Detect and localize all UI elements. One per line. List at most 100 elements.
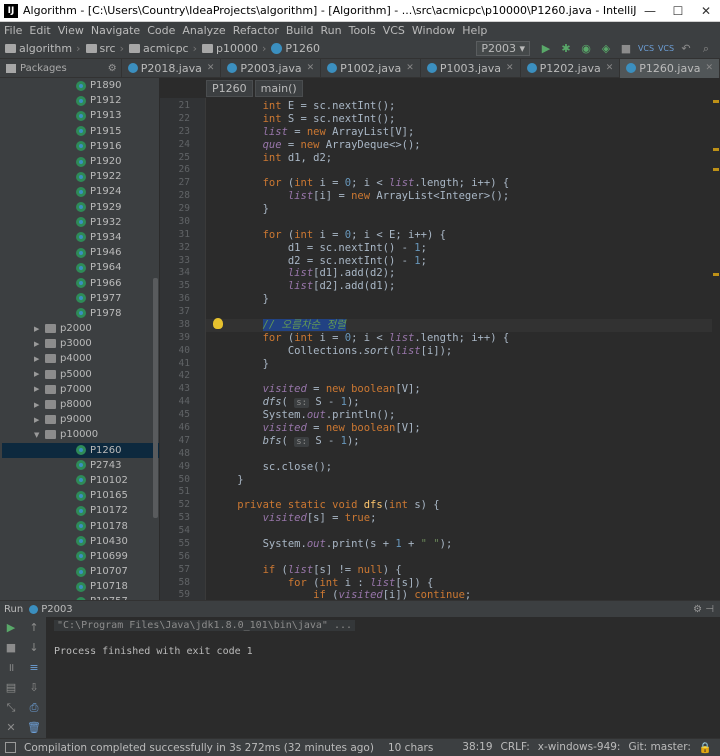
- tab-p1002[interactable]: P1002.java ✕: [321, 58, 421, 78]
- breadcrumb-item[interactable]: src ›: [85, 42, 124, 55]
- code-line[interactable]: [206, 486, 212, 499]
- rerun-icon[interactable]: ▶: [4, 621, 18, 635]
- code-line[interactable]: d2 = sc.nextInt() - 1;: [206, 255, 427, 268]
- vcs-branch[interactable]: Git: master:: [628, 741, 690, 754]
- code-line[interactable]: visited = new boolean[V];: [206, 383, 421, 396]
- tree-scrollbar[interactable]: [153, 278, 158, 518]
- tree-package-item[interactable]: ▶ p9000: [0, 412, 159, 427]
- code-line[interactable]: if (visited[i]) continue;: [206, 589, 471, 600]
- run-configuration-select[interactable]: P2003 ▾: [476, 41, 530, 56]
- breadcrumb-item[interactable]: P1260: [271, 42, 320, 55]
- search-everywhere-icon[interactable]: ⌕: [698, 41, 714, 57]
- tree-class-item[interactable]: P1260: [0, 442, 159, 458]
- expand-arrow-icon[interactable]: ▶: [34, 370, 42, 378]
- tree-class-item[interactable]: P10699: [0, 549, 159, 564]
- error-stripe-marker[interactable]: [713, 168, 719, 171]
- menu-build[interactable]: Build: [286, 24, 314, 37]
- menu-code[interactable]: Code: [147, 24, 175, 37]
- tree-class-item[interactable]: P1916: [0, 139, 159, 154]
- menu-help[interactable]: Help: [462, 24, 487, 37]
- close-tab-icon[interactable]: ✕: [705, 63, 713, 73]
- expand-arrow-icon[interactable]: ▶: [34, 340, 42, 348]
- tree-class-item[interactable]: P10102: [0, 473, 159, 488]
- code-line[interactable]: for (int i = 0; i < list.length; i++) {: [206, 177, 510, 190]
- vcs-commit-icon[interactable]: VCS: [658, 41, 674, 57]
- tree-package-item[interactable]: ▶ p5000: [0, 367, 159, 382]
- code-line[interactable]: list = new ArrayList[V];: [206, 126, 415, 139]
- tree-package-item[interactable]: ▶ p4000: [0, 351, 159, 366]
- line-separator[interactable]: CRLF:: [501, 741, 530, 754]
- tree-class-item[interactable]: P1913: [0, 108, 159, 123]
- tab-p1260[interactable]: P1260.java ✕: [620, 58, 720, 78]
- tree-class-item[interactable]: P2743: [0, 458, 159, 473]
- close-tab-icon[interactable]: ✕: [207, 63, 215, 73]
- tree-class-item[interactable]: P1912: [0, 93, 159, 108]
- code-line[interactable]: // 오름차순 정렬: [206, 318, 712, 332]
- console-output[interactable]: "C:\Program Files\Java\jdk1.8.0_101\bin\…: [46, 617, 720, 739]
- code-line[interactable]: [206, 370, 212, 383]
- tree-class-item[interactable]: P1946: [0, 245, 159, 260]
- soft-wrap-icon[interactable]: ≡: [27, 661, 41, 675]
- minimize-button[interactable]: —: [636, 4, 664, 18]
- tree-class-item[interactable]: P1920: [0, 154, 159, 169]
- code-line[interactable]: sc.close();: [206, 461, 333, 474]
- project-view-header[interactable]: Packages ⚙: [0, 58, 122, 78]
- coverage-icon[interactable]: ◉: [578, 41, 594, 57]
- console-command[interactable]: "C:\Program Files\Java\jdk1.8.0_101\bin\…: [54, 620, 356, 631]
- code-line[interactable]: for (int i = 0; i < list.length; i++) {: [206, 332, 510, 345]
- restore-layout-icon[interactable]: ⤡: [4, 701, 18, 715]
- close-tab-icon[interactable]: ✕: [606, 63, 614, 73]
- menu-tools[interactable]: Tools: [349, 24, 376, 37]
- tree-class-item[interactable]: P1890: [0, 78, 159, 93]
- scroll-down-icon[interactable]: ↓: [27, 641, 41, 655]
- scroll-up-icon[interactable]: ↑: [27, 621, 41, 635]
- code-line[interactable]: list[i] = new ArrayList<Integer>();: [206, 190, 509, 203]
- menu-refactor[interactable]: Refactor: [233, 24, 279, 37]
- menu-window[interactable]: Window: [412, 24, 455, 37]
- tree-class-item[interactable]: P1964: [0, 260, 159, 275]
- scroll-to-end-icon[interactable]: ⇩: [27, 681, 41, 695]
- vcs-update-icon[interactable]: VCS: [638, 41, 654, 57]
- menu-run[interactable]: Run: [321, 24, 342, 37]
- code-line[interactable]: [206, 216, 212, 229]
- breadcrumb-item[interactable]: p10000 ›: [202, 42, 266, 55]
- error-stripe-marker[interactable]: [713, 100, 719, 103]
- tree-class-item[interactable]: P1924: [0, 184, 159, 199]
- code-line[interactable]: for (int i : list[s]) {: [206, 577, 433, 590]
- code-line[interactable]: visited = new boolean[V];: [206, 422, 421, 435]
- maximize-button[interactable]: ☐: [664, 4, 692, 18]
- code-line[interactable]: System.out.print(s + 1 + " ");: [206, 538, 453, 551]
- close-icon[interactable]: ✕: [4, 721, 18, 735]
- collapse-arrow-icon[interactable]: ▼: [34, 431, 42, 439]
- tree-package-item[interactable]: ▶ p8000: [0, 397, 159, 412]
- code-line[interactable]: Collections.sort(list[i]);: [206, 345, 452, 358]
- menu-navigate[interactable]: Navigate: [91, 24, 140, 37]
- menu-analyze[interactable]: Analyze: [182, 24, 225, 37]
- code-line[interactable]: [206, 164, 212, 177]
- file-encoding[interactable]: x-windows-949:: [538, 741, 621, 754]
- tree-package-item[interactable]: ▶ p2000: [0, 321, 159, 336]
- breadcrumb-item[interactable]: algorithm ›: [5, 42, 81, 55]
- menu-vcs[interactable]: VCS: [383, 24, 405, 37]
- code-line[interactable]: [206, 448, 212, 461]
- tab-p1202[interactable]: P1202.java ✕: [521, 58, 621, 78]
- code-line[interactable]: bfs( s: S - 1);: [206, 435, 360, 448]
- code-line[interactable]: int d1, d2;: [206, 152, 333, 165]
- breadcrumb-method[interactable]: main(): [254, 79, 303, 97]
- close-tab-icon[interactable]: ✕: [506, 63, 514, 73]
- code-line[interactable]: visited[s] = true;: [206, 512, 377, 525]
- code-line[interactable]: list[d2].add(d1);: [206, 280, 395, 293]
- code-line[interactable]: }: [206, 358, 269, 371]
- tree-class-item[interactable]: P1977: [0, 291, 159, 306]
- profile-icon[interactable]: ◈: [598, 41, 614, 57]
- code-line[interactable]: [206, 525, 212, 538]
- tree-class-item[interactable]: P1915: [0, 124, 159, 139]
- tab-p2018[interactable]: P2018.java ✕: [122, 58, 222, 78]
- code-line[interactable]: }: [206, 203, 269, 216]
- code-line[interactable]: if (list[s] != null) {: [206, 564, 402, 577]
- tree-class-item[interactable]: P10172: [0, 503, 159, 518]
- trash-icon[interactable]: 🗑: [27, 721, 41, 735]
- gear-icon[interactable]: ⚙: [108, 63, 117, 74]
- error-stripe-marker[interactable]: [713, 148, 719, 151]
- dump-threads-icon[interactable]: ▤: [4, 681, 18, 695]
